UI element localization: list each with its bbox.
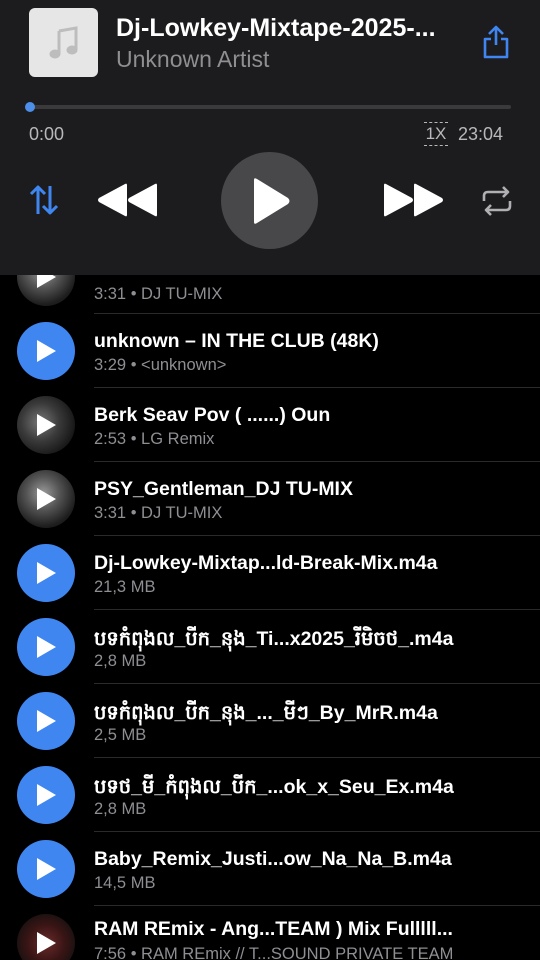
share-icon (483, 25, 509, 59)
track-artwork (17, 396, 75, 454)
play-icon (37, 414, 56, 436)
repeat-button[interactable] (479, 183, 515, 219)
track-list[interactable]: 3:31 • DJ TU-MIX unknown – IN THE CLUB (… (0, 275, 540, 960)
list-item[interactable]: RAM REmix - Ang...TEAM ) Mix Fulllll... … (0, 906, 540, 960)
share-button[interactable] (478, 24, 514, 60)
track-subtitle: 3:31 • DJ TU-MIX (94, 504, 223, 522)
list-item[interactable]: unknown – IN THE CLUB (48K) 3:29 • <unkn… (0, 314, 540, 388)
rewind-button[interactable] (94, 180, 160, 220)
repeat-icon (482, 186, 512, 216)
rewind-icon (98, 183, 157, 217)
play-icon (37, 858, 56, 880)
track-title: បទថ_មី_កំពុងល_បីក_...ok_x_Seu_Ex.m4a (94, 776, 454, 798)
elapsed-time: 0:00 (29, 124, 65, 144)
album-artwork (29, 8, 98, 77)
play-icon (37, 488, 56, 510)
progress-slider[interactable] (25, 102, 511, 112)
play-icon (37, 710, 56, 732)
track-artwork (17, 914, 75, 960)
track-title: Dj-Lowkey-Mixtap...ld-Break-Mix.m4a (94, 552, 438, 574)
track-subtitle: 3:29 • <unknown> (94, 356, 227, 374)
track-title: Baby_Remix_Justi...ow_Na_Na_B.m4a (94, 848, 452, 870)
play-icon (37, 784, 56, 806)
total-time: 23:04 (458, 124, 504, 144)
track-subtitle: 7:56 • RAM REmix // T...SOUND PRIVATE TE… (94, 945, 454, 960)
play-button[interactable] (221, 152, 318, 249)
track-title: បទកំពុងល_បីក_នុង_Ti...x2025_រីមិចថ_.m4a (94, 628, 454, 650)
track-title: Berk Seav Pov ( ......) Oun (94, 404, 331, 426)
play-icon (37, 562, 56, 584)
now-playing-title: Dj-Lowkey-Mixtape-2025-... (116, 14, 436, 42)
list-item[interactable]: Berk Seav Pov ( ......) Oun 2:53 • LG Re… (0, 388, 540, 462)
track-artwork (17, 840, 75, 898)
music-note-icon (49, 25, 77, 58)
track-title: PSY_Gentleman_DJ TU-MIX (94, 478, 353, 500)
list-item[interactable]: បទកំពុងល_បីក_នុង_..._មីៗ_By_MrR.m4a 2,5 … (0, 684, 540, 758)
list-item[interactable]: បទកំពុងល_បីក_នុង_Ti...x2025_រីមិចថ_.m4a … (0, 610, 540, 684)
sort-button[interactable] (26, 180, 62, 220)
track-artwork (17, 692, 75, 750)
track-title: បទកំពុងល_បីក_នុង_..._មីៗ_By_MrR.m4a (94, 702, 438, 724)
track-artwork (17, 544, 75, 602)
track-title: RAM REmix - Ang...TEAM ) Mix Fulllll... (94, 918, 453, 940)
list-item[interactable]: PSY_Gentleman_DJ TU-MIX 3:31 • DJ TU-MIX (0, 462, 540, 536)
track-artwork (17, 470, 75, 528)
track-artwork (17, 322, 75, 380)
list-item[interactable]: 3:31 • DJ TU-MIX (0, 275, 540, 314)
list-item[interactable]: Baby_Remix_Justi...ow_Na_Na_B.m4a 14,5 M… (0, 832, 540, 906)
list-item[interactable]: បទថ_មី_កំពុងល_បីក_...ok_x_Seu_Ex.m4a 2,8… (0, 758, 540, 832)
playback-speed-button[interactable]: 1X (424, 122, 448, 146)
progress-thumb[interactable] (25, 102, 35, 112)
track-subtitle: 2,8 MB (94, 652, 147, 670)
play-icon (37, 340, 56, 362)
play-icon (37, 275, 56, 288)
track-subtitle: 14,5 MB (94, 874, 156, 892)
play-icon (37, 636, 56, 658)
now-playing-artist: Unknown Artist (116, 46, 270, 72)
play-icon (253, 177, 289, 224)
now-playing-panel: Dj-Lowkey-Mixtape-2025-... Unknown Artis… (0, 0, 540, 275)
play-icon (37, 932, 56, 954)
track-subtitle: 2,5 MB (94, 726, 147, 744)
fast-forward-icon (384, 183, 443, 217)
track-subtitle: 2,8 MB (94, 800, 147, 818)
track-artwork (17, 766, 75, 824)
track-title: unknown – IN THE CLUB (48K) (94, 330, 379, 352)
track-subtitle: 2:53 • LG Remix (94, 430, 215, 448)
track-artwork (17, 275, 75, 306)
list-item[interactable]: Dj-Lowkey-Mixtap...ld-Break-Mix.m4a 21,3… (0, 536, 540, 610)
sort-arrows-icon (29, 185, 59, 215)
track-artwork (17, 618, 75, 676)
track-subtitle: 21,3 MB (94, 578, 156, 596)
fast-forward-button[interactable] (381, 180, 447, 220)
track-subtitle: 3:31 • DJ TU-MIX (94, 285, 223, 303)
